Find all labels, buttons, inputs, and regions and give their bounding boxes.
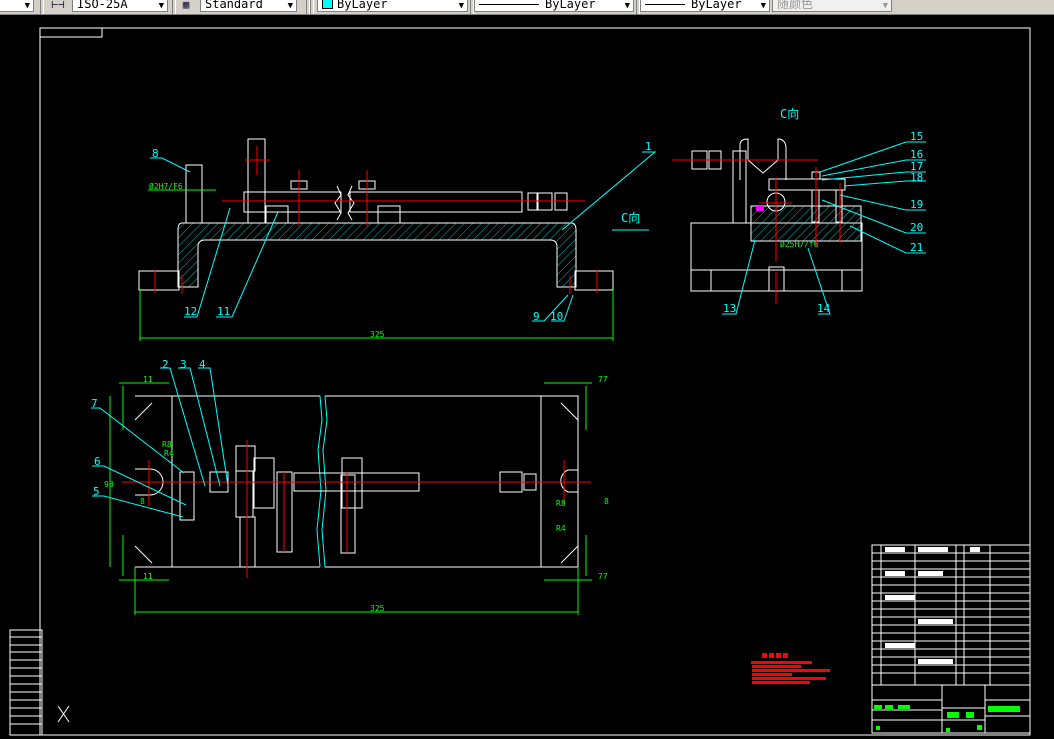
properties-toolbar: ▼ ⊢⊣ ISO-25A ▼ ▦ Standard ▼ ByLayer ▼ ByLay… xyxy=(0,0,1054,15)
balloon-10: 10 xyxy=(550,310,563,323)
balloon-21: 21 xyxy=(910,241,923,254)
plotstyle-select: 随颜色 ▼ xyxy=(772,0,892,12)
dimension-8-left: 8 xyxy=(140,497,145,506)
left-revision-strip xyxy=(9,629,43,736)
front-dimensions xyxy=(139,189,614,341)
linetype-select[interactable]: ByLayer ▼ xyxy=(474,0,634,12)
balloon-4: 4 xyxy=(199,358,206,371)
magenta-marker xyxy=(756,206,764,211)
dimension-11-bottom-left: 11 xyxy=(143,572,153,581)
title-block xyxy=(871,544,1031,734)
balloon-19: 19 xyxy=(910,198,923,211)
dimension-98: 98 xyxy=(104,480,114,489)
dimension-77-bottom-right: 77 xyxy=(598,572,608,581)
dimension-77-top-right: 77 xyxy=(598,375,608,384)
view-arrow-label-c: C向 xyxy=(621,210,640,225)
color-swatch xyxy=(322,0,333,9)
corner-tag xyxy=(39,27,103,38)
text-style-select[interactable]: Standard ▼ xyxy=(200,0,297,12)
prev-combo[interactable]: ▼ xyxy=(0,0,34,12)
radius-r4-left: R4 xyxy=(164,449,174,458)
balloon-7: 7 xyxy=(91,397,98,410)
balloon-3: 3 xyxy=(180,358,187,371)
drawing-canvas[interactable]: 1 8 9 10 11 12 13 14 15 16 17 18 19 20 2… xyxy=(0,15,1054,739)
plotstyle-value: 随颜色 xyxy=(777,0,814,11)
balloon-13: 13 xyxy=(723,302,736,315)
radius-r4-right: R4 xyxy=(556,524,566,533)
dimension-style-icon[interactable]: ⊢⊣ xyxy=(50,0,66,12)
table-style-icon[interactable]: ▦ xyxy=(178,0,194,12)
dimension-325-top: 325 xyxy=(370,604,385,613)
balloon-12: 12 xyxy=(184,305,197,318)
view-label-c: C向 xyxy=(780,106,799,121)
fit-tolerance-front: Ø2H7/F6 xyxy=(149,181,183,191)
radius-r8-left: R8 xyxy=(162,440,172,449)
technical-notes xyxy=(751,653,830,684)
balloon-20: 20 xyxy=(910,221,923,234)
dimension-style-value: ISO-25A xyxy=(77,0,128,11)
balloon-18: 18 xyxy=(910,171,923,184)
balloon-6: 6 xyxy=(94,455,101,468)
leader-lines xyxy=(91,141,926,518)
balloon-11: 11 xyxy=(217,305,230,318)
color-value: ByLayer xyxy=(337,0,388,11)
balloon-14: 14 xyxy=(817,302,831,315)
linetype-value: ByLayer xyxy=(545,0,596,11)
lineweight-select[interactable]: ByLayer ▼ xyxy=(640,0,770,12)
text-style-value: Standard xyxy=(205,0,263,11)
balloon-9: 9 xyxy=(533,310,540,323)
balloon-15: 15 xyxy=(910,130,923,143)
front-view xyxy=(138,138,614,291)
balloon-5: 5 xyxy=(93,485,100,498)
top-dimensions xyxy=(109,382,592,615)
radius-r8-right: R8 xyxy=(556,499,566,508)
fit-tolerance-side: Ø25H7/f6 xyxy=(780,239,819,249)
color-select[interactable]: ByLayer ▼ xyxy=(317,0,468,12)
ucs-icon xyxy=(57,705,70,723)
dimension-8-right: 8 xyxy=(604,497,609,506)
top-centerlines xyxy=(122,440,591,578)
dimension-325-front: 325 xyxy=(370,330,385,339)
balloon-8: 8 xyxy=(152,147,159,160)
dimension-11-top-left: 11 xyxy=(143,375,153,384)
lineweight-value: ByLayer xyxy=(691,0,742,11)
balloon-1: 1 xyxy=(645,140,652,153)
dimension-style-select[interactable]: ISO-25A ▼ xyxy=(72,0,168,12)
front-centerlines xyxy=(154,146,598,294)
balloon-2: 2 xyxy=(162,358,169,371)
